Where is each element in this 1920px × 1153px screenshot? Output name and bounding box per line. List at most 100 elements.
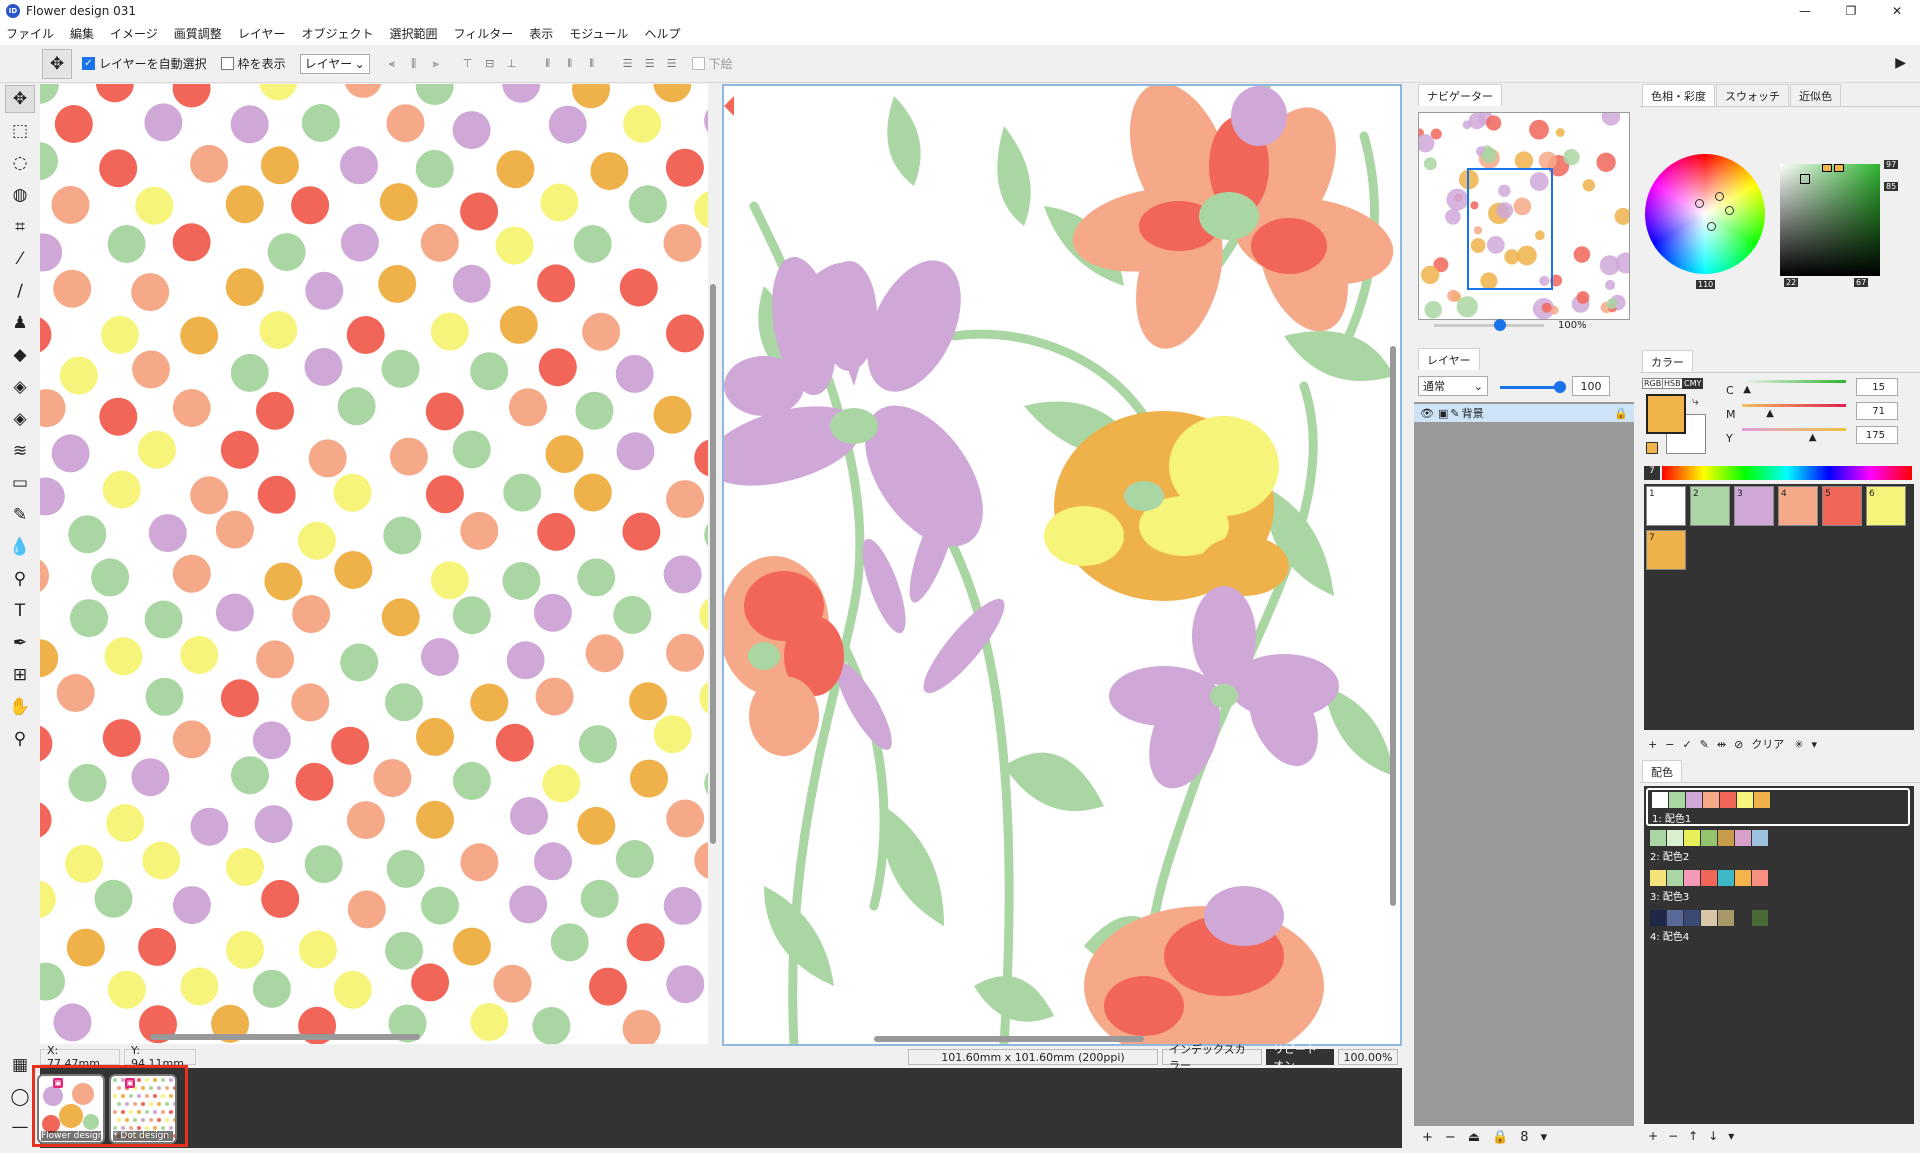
color-wheel[interactable]: [1645, 154, 1765, 274]
align-right-icon[interactable]: ⫸: [428, 57, 444, 71]
menu-module[interactable]: モジュール: [569, 25, 628, 42]
color-scheme-row[interactable]: 2: 配色2: [1646, 828, 1910, 866]
move-up-icon[interactable]: ↑: [1688, 1129, 1698, 1143]
swatch-6[interactable]: 6: [1866, 486, 1906, 526]
layer-menu-icon[interactable]: ▾: [1541, 1130, 1548, 1145]
scheme-color[interactable]: [1718, 910, 1734, 926]
swatch-1[interactable]: 1: [1646, 486, 1686, 526]
canvas2-vscroll[interactable]: [1390, 346, 1396, 906]
color-spectrum[interactable]: [1662, 466, 1912, 480]
scheme-color[interactable]: [1737, 792, 1753, 808]
remove-scheme-icon[interactable]: −: [1668, 1129, 1678, 1143]
grid-icon[interactable]: ⊞: [5, 661, 35, 689]
swatch-3[interactable]: 3: [1734, 486, 1774, 526]
crop-icon[interactable]: ⌗: [5, 213, 35, 241]
scheme-color[interactable]: [1735, 910, 1751, 926]
blur-icon[interactable]: 💧: [5, 533, 35, 561]
opacity-slider[interactable]: [1500, 381, 1566, 393]
scheme-color[interactable]: [1686, 792, 1702, 808]
clear-button[interactable]: クリア: [1751, 736, 1784, 752]
zoom-icon[interactable]: ⚲: [5, 725, 35, 753]
smudge-icon[interactable]: ⚲: [5, 565, 35, 593]
m-slider-thumb[interactable]: ▲: [1766, 408, 1774, 419]
move-icon[interactable]: ✥: [5, 85, 35, 113]
lasso-icon[interactable]: ◌: [5, 149, 35, 177]
canvas2-hscroll[interactable]: [874, 1036, 1144, 1042]
doc-thumb-flower[interactable]: ▣ Flower design: [37, 1074, 105, 1144]
scheme-color[interactable]: [1684, 830, 1700, 846]
m-value[interactable]: 71: [1856, 402, 1898, 420]
stamp-icon[interactable]: ♟: [5, 309, 35, 337]
color-scheme-row[interactable]: 1: 配色1: [1646, 788, 1910, 826]
layer-link-icon[interactable]: 8: [1520, 1130, 1528, 1145]
scheme-color[interactable]: [1752, 870, 1768, 886]
scheme-color[interactable]: [1667, 830, 1683, 846]
c-slider[interactable]: [1742, 380, 1846, 383]
align-middle-icon[interactable]: ⊟: [482, 57, 498, 71]
remove-swatch-icon[interactable]: −: [1665, 738, 1674, 751]
tab-color-scheme[interactable]: 配色: [1642, 760, 1682, 782]
pen-pressure-icon[interactable]: ✎: [5, 501, 35, 529]
scheme-color[interactable]: [1684, 870, 1700, 886]
text-icon[interactable]: T: [5, 597, 35, 625]
tab-similar-color[interactable]: 近似色: [1790, 84, 1841, 106]
dot-design-canvas[interactable]: [40, 84, 709, 1044]
doc-thumb-dot[interactable]: ▣ * Dot design: [109, 1074, 177, 1144]
hand-icon[interactable]: ✋: [5, 693, 35, 721]
wheel-marker[interactable]: [1695, 199, 1704, 208]
scheme-color[interactable]: [1650, 830, 1666, 846]
move-down-icon[interactable]: ↓: [1708, 1129, 1718, 1143]
target-select[interactable]: レイヤー ⌄: [299, 53, 370, 74]
tab-hue-saturation[interactable]: 色相・彩度: [1642, 84, 1715, 106]
fill-pattern-icon[interactable]: ◈: [5, 405, 35, 433]
scheme-color[interactable]: [1720, 792, 1736, 808]
scheme-color[interactable]: [1735, 830, 1751, 846]
scheme-color[interactable]: [1667, 870, 1683, 886]
menu-object[interactable]: オブジェクト: [301, 25, 373, 42]
sv-marker-current[interactable]: [1822, 164, 1832, 172]
align-top-icon[interactable]: ⊤: [460, 57, 476, 71]
scheme-color[interactable]: [1718, 870, 1734, 886]
scheme-color[interactable]: [1650, 910, 1666, 926]
settings-icon[interactable]: ✳: [1794, 738, 1803, 751]
swatch-menu-icon[interactable]: ▾: [1812, 738, 1818, 751]
eyedropper-icon[interactable]: ⁄: [5, 245, 35, 273]
layer-lock-icon[interactable]: 🔒: [1492, 1130, 1508, 1145]
menu-image[interactable]: イメージ: [110, 25, 158, 42]
scheme-color[interactable]: [1650, 870, 1666, 886]
c-value[interactable]: 15: [1856, 378, 1898, 396]
scheme-color[interactable]: [1752, 910, 1768, 926]
scheme-color[interactable]: [1701, 830, 1717, 846]
menu-view[interactable]: 表示: [529, 25, 553, 42]
swatch-7[interactable]: 7: [1646, 530, 1686, 570]
layer-row-background[interactable]: 👁 ▣ ✎ 背景 🔒: [1414, 404, 1634, 422]
show-frame-checkbox[interactable]: [220, 57, 234, 70]
color-scheme-row[interactable]: 3: 配色3: [1646, 868, 1910, 906]
swap-swatch-icon[interactable]: ⇹: [1717, 738, 1726, 751]
align-center-icon[interactable]: ⫼: [406, 57, 422, 71]
m-slider[interactable]: [1742, 404, 1846, 407]
no-color-icon[interactable]: ⊘: [1734, 738, 1743, 751]
add-scheme-icon[interactable]: +: [1648, 1129, 1658, 1143]
eraser-icon[interactable]: ◆: [5, 341, 35, 369]
mode-rgb[interactable]: RGB: [1642, 378, 1664, 389]
c-slider-thumb[interactable]: ▲: [1743, 384, 1751, 395]
rect-select-icon[interactable]: ⬚: [5, 117, 35, 145]
y-slider[interactable]: [1742, 428, 1846, 431]
scheme-color[interactable]: [1701, 870, 1717, 886]
scheme-color[interactable]: [1735, 870, 1751, 886]
distribute-vb-icon[interactable]: ☰: [664, 57, 680, 71]
menu-help[interactable]: ヘルプ: [644, 25, 680, 42]
merge-layer-icon[interactable]: ⏏: [1468, 1130, 1480, 1145]
tab-swatch[interactable]: スウォッチ: [1716, 84, 1789, 106]
blend-mode-select[interactable]: 通常 ⌄: [1418, 376, 1488, 396]
scheme-color[interactable]: [1684, 910, 1700, 926]
color-mode[interactable]: インデックスカラー: [1162, 1043, 1262, 1072]
canvas1-hscroll[interactable]: [150, 1034, 420, 1040]
scheme-color[interactable]: [1754, 792, 1770, 808]
swatch-5[interactable]: 5: [1822, 486, 1862, 526]
toolbar-expand-icon[interactable]: ▶: [1895, 55, 1906, 71]
draw-under-checkbox[interactable]: [691, 57, 705, 70]
menu-layer[interactable]: レイヤー: [238, 25, 286, 42]
add-swatch-icon[interactable]: +: [1648, 738, 1657, 751]
